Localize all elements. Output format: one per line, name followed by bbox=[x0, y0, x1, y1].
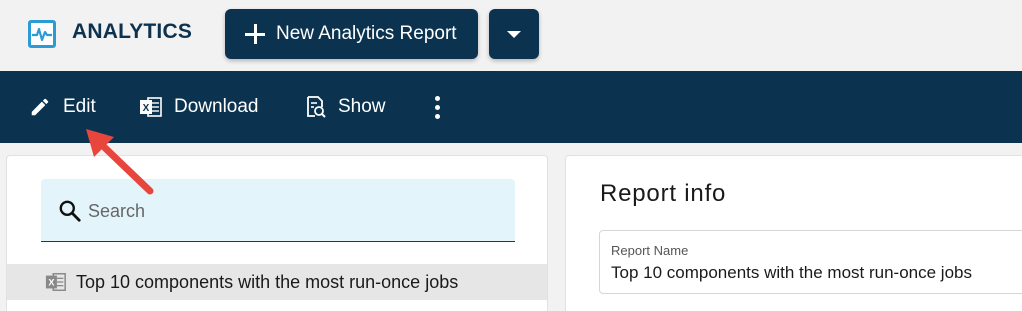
excel-icon: X bbox=[138, 94, 164, 120]
edit-label: Edit bbox=[63, 96, 96, 117]
annotation-arrow-icon bbox=[86, 129, 154, 195]
app-title: ANALYTICS bbox=[72, 20, 193, 43]
svg-text:X: X bbox=[143, 103, 150, 114]
list-item[interactable]: X Top 10 components with the most run-on… bbox=[7, 264, 547, 300]
search-icon bbox=[57, 198, 83, 229]
analytics-monitor-icon bbox=[28, 20, 56, 48]
new-report-label: New Analytics Report bbox=[276, 23, 457, 44]
download-label: Download bbox=[174, 96, 259, 117]
more-options-button[interactable] bbox=[426, 71, 448, 143]
report-info-panel: Report info Report Name Top 10 component… bbox=[565, 155, 1022, 311]
report-name-value: Top 10 components with the most run-once… bbox=[611, 263, 972, 282]
top-header: ANALYTICS New Analytics Report bbox=[0, 0, 1022, 71]
report-name-field[interactable]: Report Name Top 10 components with the m… bbox=[599, 230, 1022, 294]
new-report-dropdown-button[interactable] bbox=[489, 9, 539, 59]
show-label: Show bbox=[338, 96, 386, 117]
report-item-label: Top 10 components with the most run-once… bbox=[76, 271, 459, 292]
excel-file-icon: X bbox=[45, 271, 67, 293]
show-button[interactable]: Show bbox=[302, 71, 386, 143]
new-analytics-report-button[interactable]: New Analytics Report bbox=[225, 9, 478, 59]
chevron-down-icon bbox=[507, 31, 521, 38]
pencil-icon bbox=[27, 94, 53, 120]
report-info-title: Report info bbox=[600, 180, 727, 207]
plus-icon bbox=[245, 24, 265, 44]
preview-report-icon bbox=[302, 94, 328, 120]
search-input[interactable] bbox=[88, 197, 488, 225]
svg-text:X: X bbox=[48, 278, 55, 288]
report-name-label: Report Name bbox=[611, 243, 689, 258]
more-vertical-icon bbox=[434, 95, 440, 119]
